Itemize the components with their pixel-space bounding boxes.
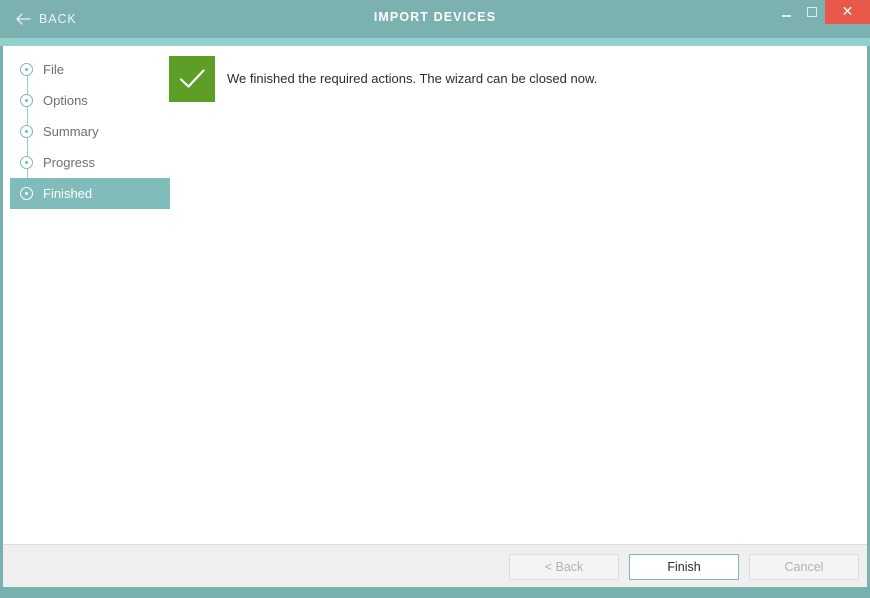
sidebar-item-finished[interactable]: Finished [10, 178, 170, 209]
wizard-step-list: File Options Summary Progress Finished [10, 54, 170, 209]
footer-bar: < Back Finish Cancel [3, 544, 867, 587]
content-area: File Options Summary Progress Finished W… [3, 46, 867, 544]
step-label: Finished [43, 186, 93, 201]
check-icon [179, 69, 205, 88]
step-circle-icon [20, 156, 33, 169]
step-circle-icon [20, 187, 33, 200]
window-title: IMPORT DEVICES [373, 10, 497, 24]
step-circle-icon [20, 125, 33, 138]
step-label: File [43, 62, 64, 77]
step-circle-icon [20, 63, 33, 76]
step-label: Options [43, 93, 88, 108]
sidebar-item-file[interactable]: File [10, 54, 170, 101]
minimize-icon [781, 14, 791, 17]
back-wizard-button[interactable]: < Back [509, 554, 619, 580]
sidebar-item-progress[interactable]: Progress [10, 147, 170, 194]
maximize-icon [807, 7, 817, 17]
minimize-button[interactable] [773, 0, 799, 24]
close-button[interactable]: ✕ [825, 0, 870, 24]
header-accent-strip [0, 38, 870, 46]
title-bar: BACK IMPORT DEVICES ✕ [0, 0, 870, 38]
step-label: Progress [43, 155, 96, 170]
footer-button-group: < Back Finish Cancel [509, 554, 859, 580]
finish-button[interactable]: Finish [629, 554, 739, 580]
step-label: Summary [43, 124, 99, 139]
sidebar-item-options[interactable]: Options [10, 85, 170, 132]
maximize-button[interactable] [799, 0, 825, 24]
completion-message: We finished the required actions. The wi… [227, 71, 598, 86]
cancel-button[interactable]: Cancel [749, 554, 859, 580]
import-devices-window: BACK IMPORT DEVICES ✕ File Options Summa… [0, 0, 870, 598]
sidebar-item-summary[interactable]: Summary [10, 116, 170, 163]
completion-result: We finished the required actions. The wi… [169, 56, 857, 102]
step-circle-icon [20, 94, 33, 107]
window-controls: ✕ [773, 0, 870, 24]
success-status-badge [169, 56, 215, 102]
main-panel: We finished the required actions. The wi… [169, 56, 857, 102]
window-bottom-band [0, 587, 870, 598]
